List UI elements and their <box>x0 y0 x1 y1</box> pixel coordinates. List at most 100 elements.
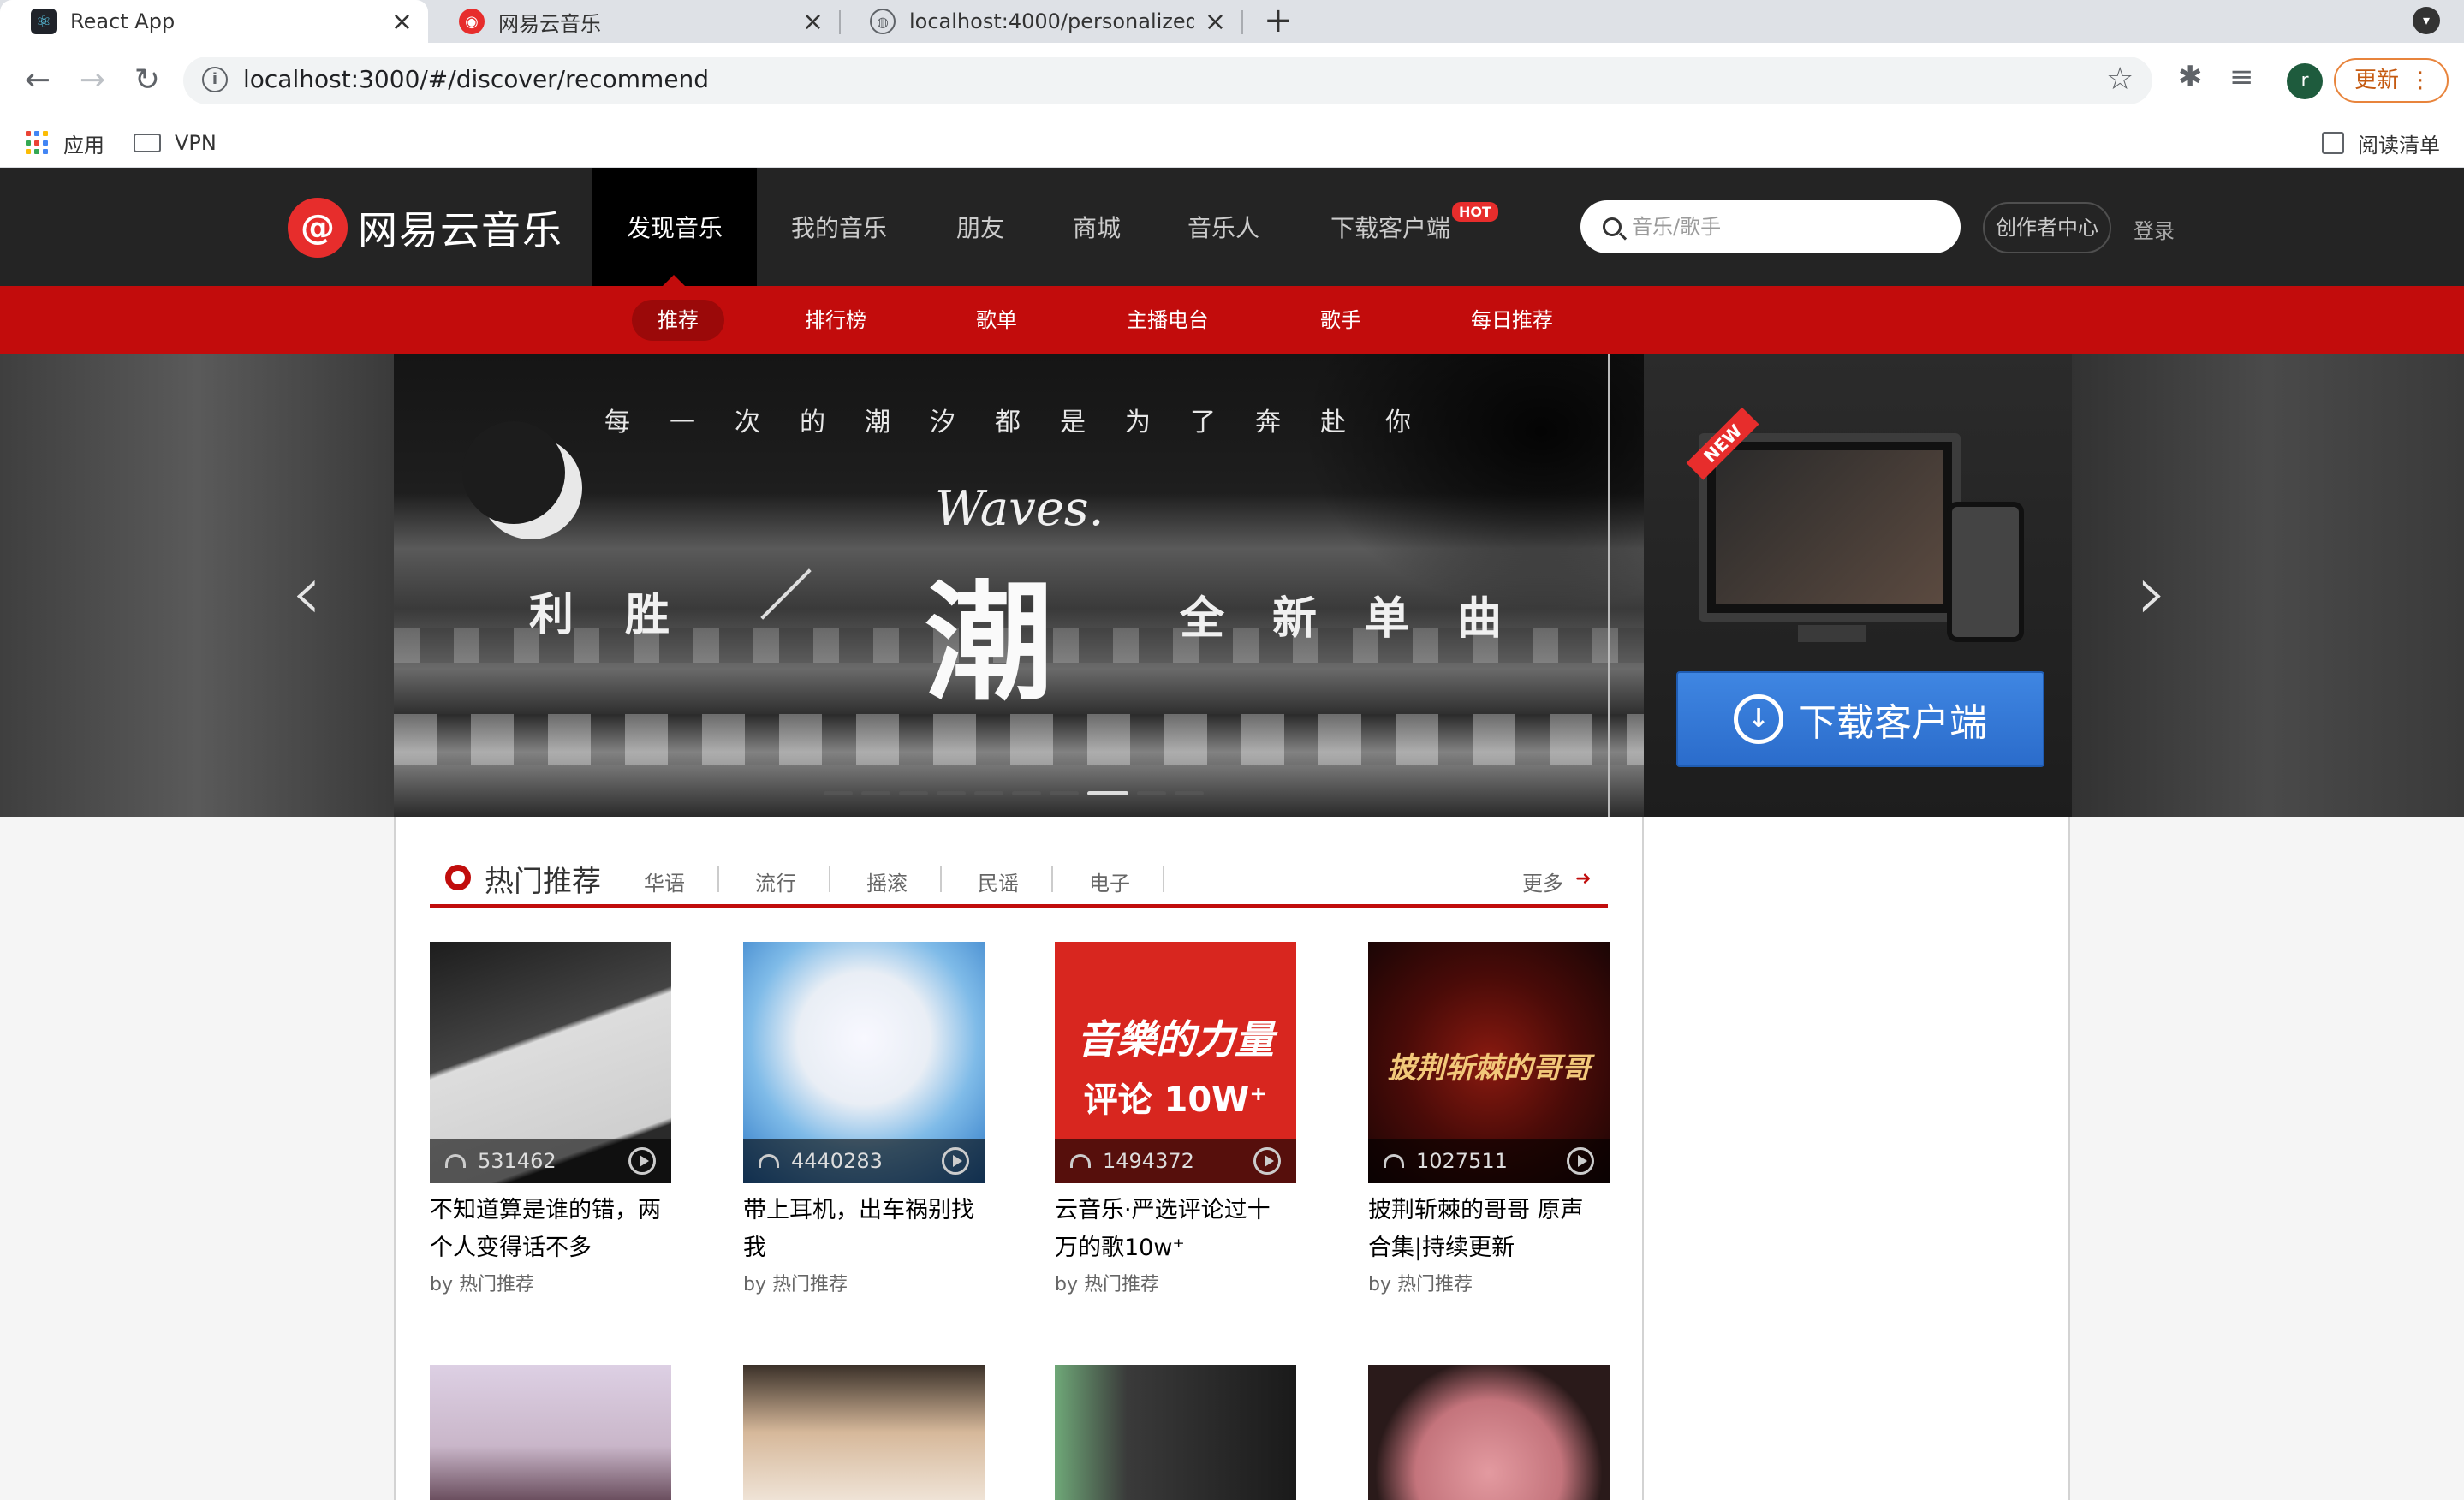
update-button[interactable]: 更新 ⋮ <box>2334 58 2449 103</box>
bookmark-apps[interactable]: 应用 <box>26 124 104 162</box>
category-link[interactable]: 电子 <box>1089 866 1130 896</box>
subnav-playlist[interactable]: 歌单 <box>950 300 1043 341</box>
bookmark-vpn[interactable]: VPN <box>134 124 217 162</box>
site-info-icon[interactable]: i <box>202 67 228 92</box>
nav-musician[interactable]: 音乐人 <box>1168 168 1279 286</box>
reading-list-label: 阅读清单 <box>2358 133 2440 158</box>
category-link[interactable]: 民谣 <box>978 866 1019 896</box>
banner-artist-text: 利胜 <box>529 589 722 641</box>
download-client-button[interactable]: ↓ 下载客户端 <box>1676 671 2044 767</box>
nav-friends[interactable]: 朋友 <box>933 168 1027 286</box>
tab-search-icon[interactable]: ▾ <box>2413 7 2440 34</box>
tab-netease-music[interactable]: ◉ 网易云音乐 × <box>428 0 839 43</box>
search-box[interactable] <box>1580 200 1961 253</box>
banner-next-arrow[interactable]: › <box>2137 548 2168 638</box>
subnav-daily[interactable]: 每日推荐 <box>1445 300 1579 341</box>
apps-grid-icon <box>26 131 50 155</box>
banner-dot[interactable] <box>1012 791 1041 795</box>
active-nav-indicator <box>662 275 686 287</box>
section-title[interactable]: 热门推荐 <box>485 858 601 900</box>
back-icon[interactable]: ← <box>15 58 60 103</box>
category-link[interactable]: 华语 <box>644 866 685 896</box>
playlist-card[interactable]: 音樂的力量 评论 10W⁺ 1494372 云音乐·严选评论过十 万的歌10w⁺ … <box>1055 942 1296 1296</box>
category-link[interactable]: 摇滚 <box>866 866 908 896</box>
reload-icon[interactable]: ↻ <box>125 58 170 103</box>
banner-dot[interactable] <box>1137 791 1166 795</box>
forward-icon[interactable]: → <box>70 58 115 103</box>
login-link[interactable]: 登录 <box>2134 214 2175 244</box>
cover-subtitle: 评论 10W⁺ <box>1083 1080 1268 1120</box>
arrow-right-icon: ➜ <box>1575 868 1592 890</box>
banner-dot[interactable] <box>974 791 1003 795</box>
globe-icon: ◍ <box>870 9 896 34</box>
site-logo[interactable]: @ 网易云音乐 <box>288 195 563 260</box>
profile-avatar[interactable]: r <box>2287 63 2323 99</box>
playlist-cover[interactable] <box>743 1365 985 1500</box>
close-icon[interactable]: × <box>1205 7 1226 37</box>
more-menu-icon: ⋮ <box>2409 68 2431 93</box>
playlist-card[interactable]: 披荆斩棘的哥哥 1027511 披荆斩棘的哥哥 原声 合集|持续更新 by 热门推… <box>1368 942 1610 1296</box>
play-icon[interactable] <box>1567 1147 1594 1175</box>
play-icon[interactable] <box>628 1147 656 1175</box>
banner-dot[interactable] <box>1087 791 1128 795</box>
nav-mall[interactable]: 商城 <box>1050 168 1144 286</box>
tab-react-app[interactable]: ⚛ React App × <box>0 0 428 43</box>
bookmark-label: VPN <box>175 131 217 155</box>
play-count: 4440283 <box>791 1149 883 1173</box>
subnav-toplist[interactable]: 排行榜 <box>779 300 892 341</box>
playlist-card[interactable]: 531462 不知道算是谁的错，两 个人变得话不多 by 热门推荐 <box>430 942 671 1296</box>
headphones-icon <box>1070 1154 1091 1168</box>
playlist-name[interactable]: 披荆斩棘的哥哥 原声 合集|持续更新 <box>1368 1192 1610 1267</box>
banner-dot[interactable] <box>1175 791 1204 795</box>
playlist-cover[interactable] <box>1368 1365 1610 1500</box>
banner-tagline: 每一次的潮汐都是为了奔赴你 <box>604 408 1450 438</box>
url-text[interactable]: localhost:3000/#/discover/recommend <box>243 65 709 93</box>
more-link[interactable]: 更多 <box>1522 866 1563 896</box>
category-separator <box>1051 866 1053 892</box>
banner-prev-arrow[interactable]: ‹ <box>291 548 322 638</box>
cover-title: 音樂的力量 <box>1077 1016 1274 1062</box>
extensions-icon[interactable]: ✱ <box>2178 60 2203 94</box>
banner-dot[interactable] <box>824 791 853 795</box>
playlist-name[interactable]: 云音乐·严选评论过十 万的歌10w⁺ <box>1055 1192 1296 1267</box>
playlist-cover[interactable]: 音樂的力量 评论 10W⁺ 1494372 <box>1055 942 1296 1183</box>
banner-dot[interactable] <box>1050 791 1079 795</box>
content-divider <box>1642 817 1644 1500</box>
playlist-cover[interactable]: 531462 <box>430 942 671 1183</box>
playlist-name[interactable]: 不知道算是谁的错，两 个人变得话不多 <box>430 1192 671 1267</box>
search-input[interactable] <box>1632 215 1940 239</box>
subnav-djradio[interactable]: 主播电台 <box>1101 300 1235 341</box>
subnav-recommend[interactable]: 推荐 <box>632 300 724 341</box>
creator-center-button[interactable]: 创作者中心 <box>1983 202 2111 253</box>
playlist-cover[interactable]: 4440283 <box>743 942 985 1183</box>
banner-dot[interactable] <box>861 791 890 795</box>
play-icon[interactable] <box>942 1147 969 1175</box>
playlist-name[interactable]: 带上耳机，出车祸别找我 <box>743 1192 985 1267</box>
folder-icon <box>134 134 161 152</box>
play-count-bar: 531462 <box>430 1139 671 1183</box>
category-link[interactable]: 流行 <box>755 866 796 896</box>
bookmark-star-icon[interactable]: ☆ <box>2106 62 2134 97</box>
playlist-cover[interactable] <box>1055 1365 1296 1500</box>
nav-my-music[interactable]: 我的音乐 <box>771 168 908 286</box>
subnav-artist[interactable]: 歌手 <box>1294 300 1387 341</box>
playlist-cover[interactable] <box>430 1365 671 1500</box>
playlist-card[interactable]: 4440283 带上耳机，出车祸别找我 by 热门推荐 <box>743 942 985 1296</box>
reading-list[interactable]: 阅读清单 <box>2322 124 2440 162</box>
nav-discover[interactable]: 发现音乐 <box>592 168 757 286</box>
play-count-bar: 1027511 <box>1368 1139 1610 1183</box>
new-tab-button[interactable]: + <box>1264 0 1293 43</box>
playlist-cover[interactable]: 披荆斩棘的哥哥 1027511 <box>1368 942 1610 1183</box>
banner-subtitle-text: 全新单曲 <box>1180 592 1550 645</box>
banner-dot[interactable] <box>899 791 928 795</box>
nav-download-client[interactable]: 下载客户端 <box>1315 168 1466 286</box>
media-queue-icon[interactable]: ≡ <box>2229 60 2254 94</box>
banner-dot[interactable] <box>937 791 966 795</box>
close-icon[interactable]: × <box>802 7 824 37</box>
play-icon[interactable] <box>1253 1147 1281 1175</box>
bookmarks-bar <box>0 118 2464 168</box>
banner-waves-text: Waves. <box>935 481 1104 537</box>
close-icon[interactable]: × <box>391 7 413 37</box>
play-count: 531462 <box>478 1149 556 1173</box>
tab-localhost-4000[interactable]: ◍ localhost:4000/personalized?li × <box>839 0 1241 43</box>
